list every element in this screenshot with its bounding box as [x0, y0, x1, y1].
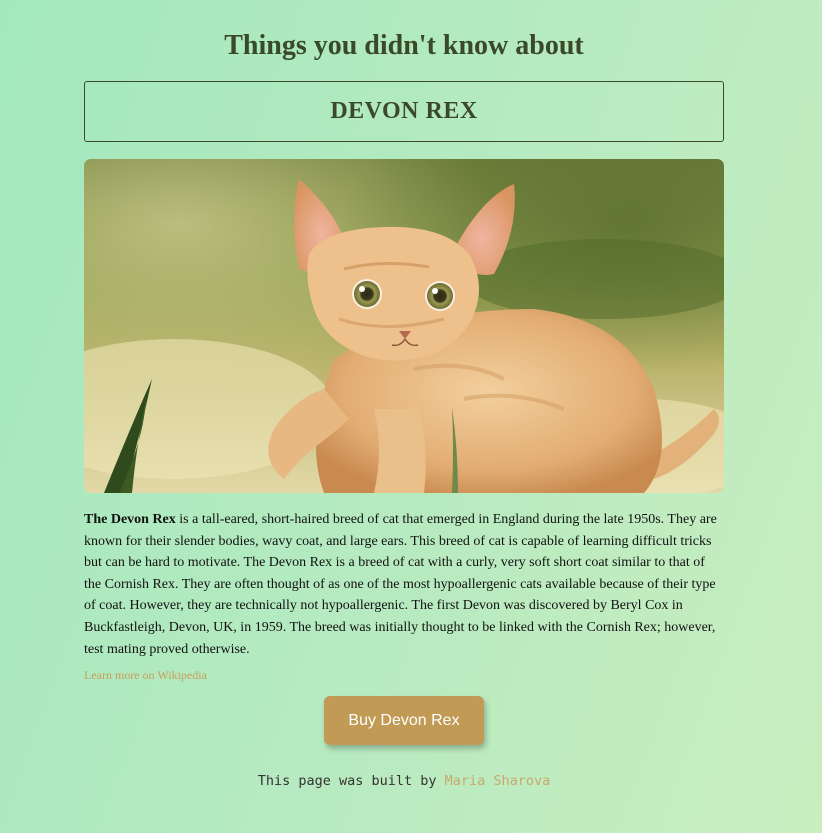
hero-image	[84, 159, 724, 493]
wikipedia-link[interactable]: Learn more on Wikipedia	[84, 668, 207, 683]
footer-prefix: This page was built by	[257, 773, 445, 789]
footer: This page was built by Maria Sharova	[0, 773, 808, 789]
description-lead: The Devon Rex	[84, 512, 176, 527]
breed-description: The Devon Rex is a tall-eared, short-hai…	[84, 509, 724, 660]
description-body: is a tall-eared, short-haired breed of c…	[84, 512, 717, 657]
breed-name: DEVON REX	[330, 98, 478, 124]
page-title: Things you didn't know about	[224, 30, 584, 61]
breed-name-box: DEVON REX	[84, 81, 724, 142]
author-link[interactable]: Maria Sharova	[445, 773, 551, 789]
buy-button[interactable]: Buy Devon Rex	[324, 696, 484, 745]
